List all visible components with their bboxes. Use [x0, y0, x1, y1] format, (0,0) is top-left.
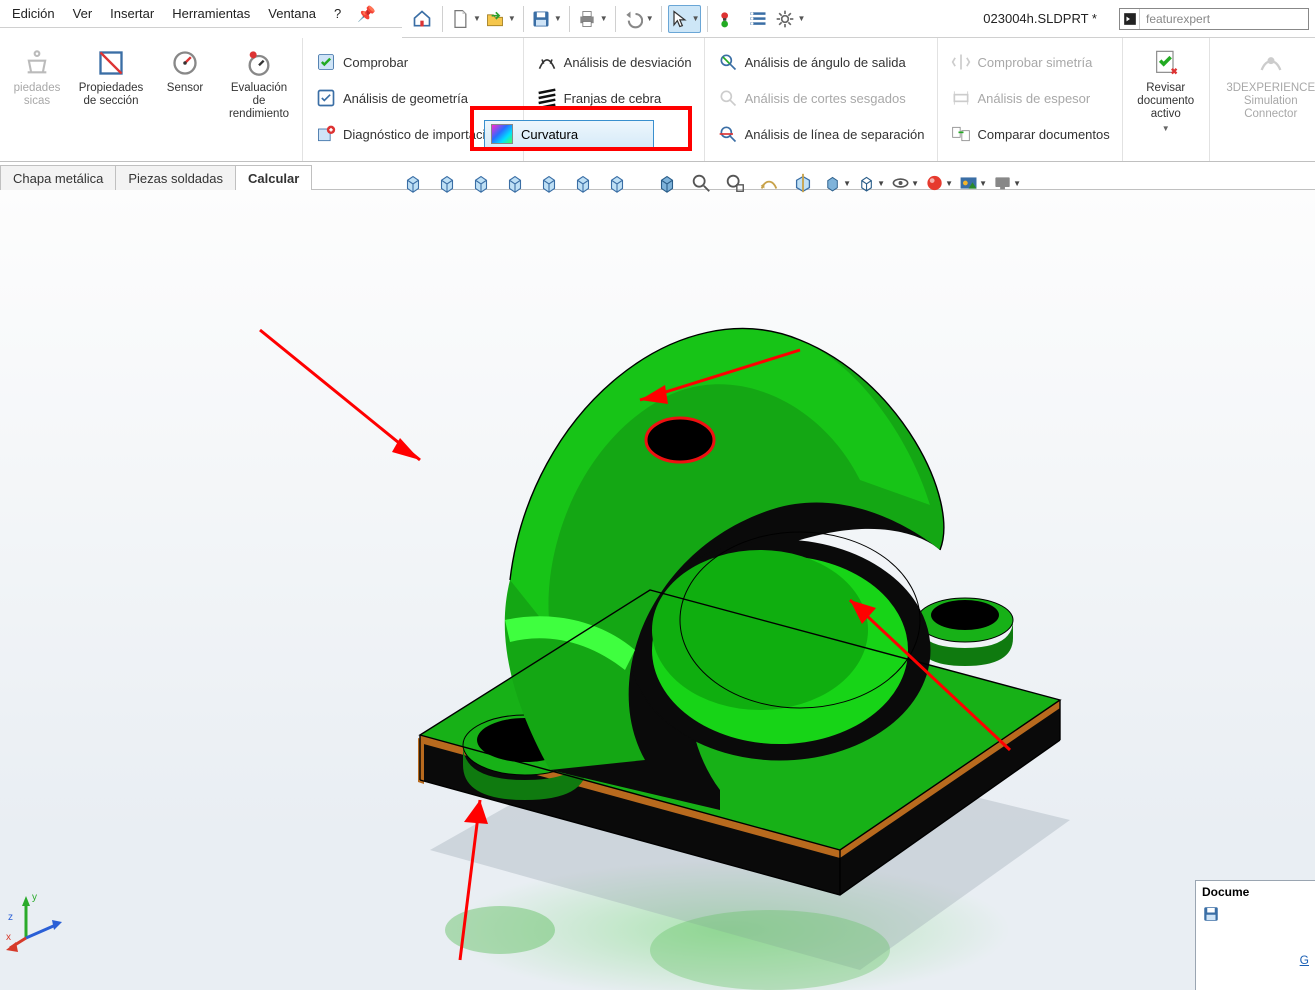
svg-text:x: x — [6, 932, 11, 943]
menu-ver[interactable]: Ver — [65, 3, 101, 24]
graphics-viewport[interactable]: y z x Docume G — [0, 190, 1315, 990]
propiedades-seccion-button[interactable]: Propiedades de sección — [74, 42, 148, 146]
tab-calcular[interactable]: Calcular — [235, 165, 312, 190]
symmetry-icon — [950, 51, 972, 73]
menu-insertar[interactable]: Insertar — [102, 3, 162, 24]
menu-ventana[interactable]: Ventana — [260, 3, 324, 24]
undercut-icon — [717, 87, 739, 109]
analisis-cortes-sesgados-button: Análisis de cortes sesgados — [711, 80, 931, 116]
view-bottom-button[interactable] — [568, 169, 598, 197]
document-panel: Docume G — [1195, 880, 1315, 990]
save-icon[interactable] — [1202, 905, 1220, 923]
home-button[interactable] — [408, 5, 436, 33]
svg-text:y: y — [32, 892, 37, 903]
quick-access-toolbar: ▼ ▼ ▼ ▼ ▼ ▼ ▼ 023004h.SLDPRT * featurexp… — [402, 0, 1315, 38]
checkdoc-icon — [1151, 48, 1181, 78]
options-button[interactable] — [744, 5, 772, 33]
command-search[interactable]: featurexpert — [1119, 8, 1309, 30]
franjas-cebra-button[interactable]: Franjas de cebra — [530, 80, 698, 116]
save-button[interactable]: ▼ — [530, 5, 563, 33]
model-3d — [300, 250, 1100, 990]
evaluacion-rendimiento-button[interactable]: Evaluación de rendimiento — [222, 42, 296, 146]
check-icon — [315, 51, 337, 73]
docpanel-link[interactable]: G — [1202, 953, 1309, 967]
sensor-button[interactable]: Sensor — [148, 42, 222, 146]
curvature-icon — [491, 124, 513, 144]
heads-up-toolbar: ▼ ▼ ▼ ▼ ▼ ▼ — [398, 166, 1022, 200]
new-button[interactable]: ▼ — [449, 5, 482, 33]
zoom-area-button[interactable] — [720, 169, 750, 197]
import-diag-icon — [315, 123, 337, 145]
propiedades-fisicas-button[interactable]: piedades sicas — [0, 42, 74, 146]
revisar-documento-activo-button[interactable]: Revisar documento activo ▼ — [1129, 42, 1203, 146]
visibility-button[interactable]: ▼ — [890, 169, 920, 197]
tab-piezas-soldadas[interactable]: Piezas soldadas — [115, 165, 236, 190]
scene-button[interactable]: ▼ — [958, 169, 988, 197]
view-top-button[interactable] — [534, 169, 564, 197]
performance-icon — [244, 48, 274, 78]
analisis-linea-separacion-button[interactable]: Análisis de línea de separación — [711, 116, 931, 152]
docpanel-header: Docume — [1202, 885, 1309, 899]
undo-button[interactable]: ▼ — [622, 5, 655, 33]
ribbon: piedades sicas Propiedades de sección Se… — [0, 38, 1315, 162]
comprobar-button[interactable]: Comprobar — [309, 44, 517, 80]
zoom-fit-button[interactable] — [686, 169, 716, 197]
comprobar-simetria-button: Comprobar simetría — [944, 44, 1116, 80]
sensor-icon — [170, 48, 200, 78]
analisis-geometria-button[interactable]: Análisis de geometría — [309, 80, 517, 116]
section-props-icon — [96, 48, 126, 78]
3dexperience-sim-button: 3DEXPERIENCE Simulation Connector — [1216, 42, 1315, 146]
previous-view-button[interactable] — [754, 169, 784, 197]
view-normal-to-button[interactable] — [652, 169, 682, 197]
view-front-button[interactable] — [398, 169, 428, 197]
search-placeholder: featurexpert — [1140, 12, 1216, 26]
view-back-button[interactable] — [432, 169, 462, 197]
deviation-icon — [536, 51, 558, 73]
pin-icon[interactable]: 📌 — [351, 5, 382, 23]
appearance-button[interactable]: ▼ — [924, 169, 954, 197]
search-run-icon — [1120, 9, 1140, 29]
settings-button[interactable]: ▼ — [774, 5, 807, 33]
rebuild-button[interactable] — [714, 5, 742, 33]
render-button[interactable]: ▼ — [992, 169, 1022, 197]
menu-help[interactable]: ? — [326, 3, 349, 24]
parting-line-icon — [717, 123, 739, 145]
view-iso-button[interactable] — [602, 169, 632, 197]
analisis-desviacion-button[interactable]: Análisis de desviación — [530, 44, 698, 80]
print-button[interactable]: ▼ — [576, 5, 609, 33]
thickness-icon — [950, 87, 972, 109]
view-left-button[interactable] — [466, 169, 496, 197]
svg-text:z: z — [8, 912, 13, 923]
compare-docs-icon — [950, 123, 972, 145]
display-style-button[interactable]: ▼ — [822, 169, 852, 197]
menu-edicion[interactable]: Edición — [4, 3, 63, 24]
menu-herramientas[interactable]: Herramientas — [164, 3, 258, 24]
geometry-icon — [315, 87, 337, 109]
analisis-angulo-salida-button[interactable]: Análisis de ángulo de salida — [711, 44, 931, 80]
hide-show-button[interactable]: ▼ — [856, 169, 886, 197]
tab-chapa-metalica[interactable]: Chapa metálica — [0, 165, 116, 190]
comparar-documentos-button[interactable]: Comparar documentos — [944, 116, 1116, 152]
draft-icon — [717, 51, 739, 73]
analisis-espesor-button: Análisis de espesor — [944, 80, 1116, 116]
curvatura-button[interactable]: Curvatura — [484, 120, 654, 148]
view-right-button[interactable] — [500, 169, 530, 197]
orientation-triad[interactable]: y z x — [6, 888, 70, 952]
zebra-icon — [536, 87, 558, 109]
mass-props-icon — [22, 48, 52, 78]
select-button[interactable]: ▼ — [668, 5, 701, 33]
document-title: 023004h.SLDPRT * — [983, 11, 1097, 26]
3dx-icon — [1256, 48, 1286, 78]
open-button[interactable]: ▼ — [484, 5, 517, 33]
section-view-button[interactable] — [788, 169, 818, 197]
